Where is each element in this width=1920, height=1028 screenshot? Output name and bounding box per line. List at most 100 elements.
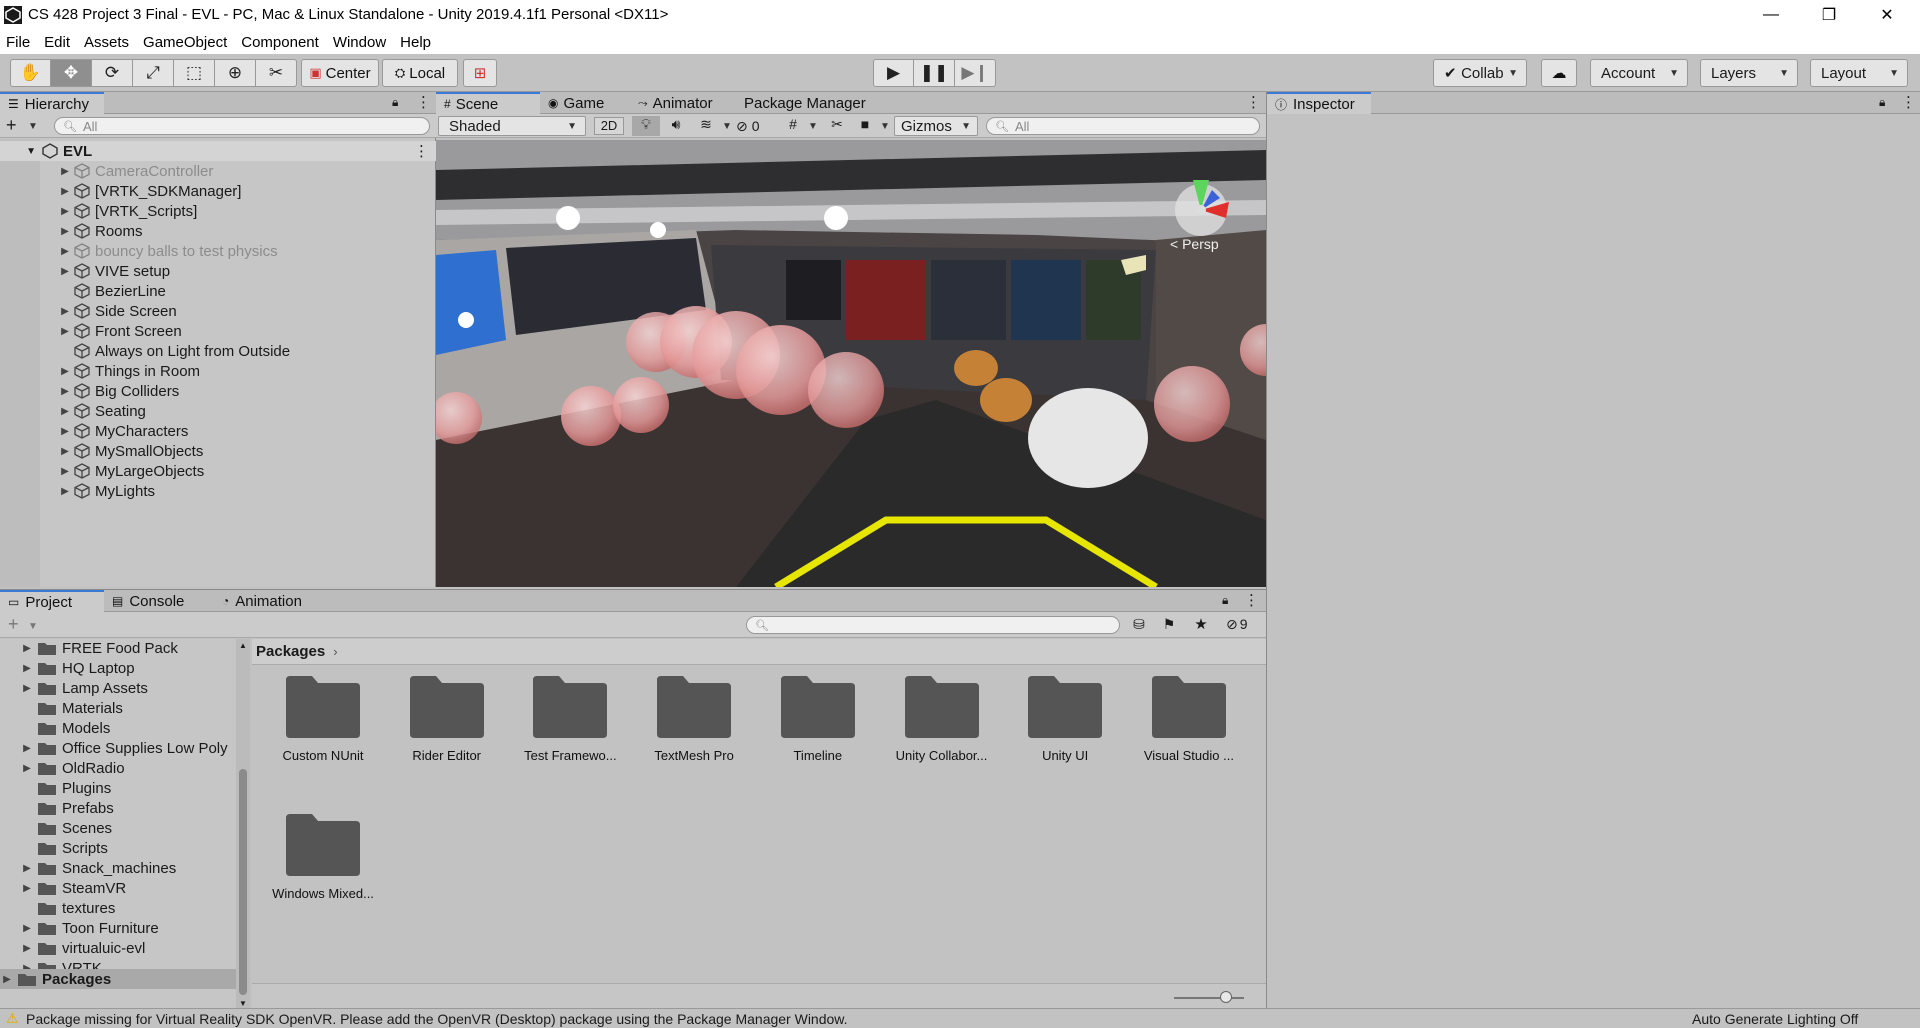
hierarchy-item[interactable]: ▶ MyLargeObjects bbox=[0, 461, 436, 481]
pivot-center-button[interactable]: ▣ Center bbox=[301, 59, 379, 87]
project-search-input[interactable]: 🔍︎ bbox=[746, 616, 1120, 634]
folder-tree-item[interactable]: Plugins bbox=[0, 778, 236, 798]
menu-help[interactable]: Help bbox=[400, 34, 431, 51]
scrollbar-thumb[interactable] bbox=[239, 769, 247, 995]
rotate-tool-icon[interactable]: ⟳ bbox=[92, 59, 133, 87]
chevron-right-icon[interactable]: ▶ bbox=[58, 446, 72, 457]
step-icon[interactable]: ▶❙ bbox=[955, 59, 996, 87]
folder-tree-scrollbar[interactable]: ▲ ▼ bbox=[236, 639, 250, 1011]
folder-tree-item[interactable]: ▶ Toon Furniture bbox=[0, 918, 236, 938]
hierarchy-search-input[interactable]: 🔍︎ All bbox=[54, 117, 430, 135]
lighting-toggle-icon[interactable]: 💡︎ bbox=[632, 116, 660, 136]
package-folder-asset[interactable]: Test Framewo... bbox=[515, 674, 625, 763]
mode-2d-toggle[interactable]: 2D bbox=[594, 117, 624, 135]
tab-console[interactable]: ▤ Console bbox=[104, 590, 214, 612]
scroll-up-icon[interactable]: ▲ bbox=[239, 641, 247, 650]
package-folder-asset[interactable]: Visual Studio ... bbox=[1134, 674, 1244, 763]
custom-tool-icon[interactable]: ✂ bbox=[256, 59, 297, 87]
folder-tree-item[interactable]: Scripts bbox=[0, 838, 236, 858]
folder-tree-item[interactable]: Materials bbox=[0, 698, 236, 718]
chevron-right-icon[interactable]: ▶ bbox=[20, 663, 34, 674]
chevron-right-icon[interactable]: ▶ bbox=[20, 923, 34, 934]
tab-game[interactable]: ◉ Game bbox=[540, 92, 630, 114]
menu-file[interactable]: File bbox=[6, 34, 30, 51]
cloud-icon[interactable]: ☁ bbox=[1541, 59, 1577, 87]
folder-tree-item[interactable]: ▶ virtualuic-evl bbox=[0, 938, 236, 958]
filter-type-icon[interactable]: ⛁ bbox=[1128, 616, 1150, 633]
zoom-slider-track[interactable] bbox=[1174, 997, 1244, 999]
hierarchy-item[interactable]: ▶ [VRTK_Scripts] bbox=[0, 201, 436, 221]
kebab-menu-icon[interactable]: ⋮ bbox=[1244, 591, 1259, 609]
chevron-right-icon[interactable]: ▶ bbox=[58, 166, 72, 177]
status-warning-text[interactable]: Package missing for Virtual Reality SDK … bbox=[26, 1011, 848, 1027]
chevron-right-icon[interactable]: ▶ bbox=[58, 226, 72, 237]
move-tool-icon[interactable]: ✥ bbox=[51, 59, 92, 87]
grid-snap-icon[interactable]: ⊞ bbox=[463, 59, 497, 87]
chevron-right-icon[interactable]: ▶ bbox=[20, 683, 34, 694]
chevron-right-icon[interactable]: ▶ bbox=[58, 406, 72, 417]
chevron-right-icon[interactable]: ▶ bbox=[20, 643, 34, 654]
folder-tree-item[interactable]: ▶ FREE Food Pack bbox=[0, 638, 236, 658]
kebab-menu-icon[interactable]: ⋮ bbox=[1246, 93, 1261, 111]
hierarchy-item[interactable]: ▶ Big Colliders bbox=[0, 381, 436, 401]
folder-tree-item[interactable]: Models bbox=[0, 718, 236, 738]
package-folder-asset[interactable]: Rider Editor bbox=[392, 674, 502, 763]
scene-viewport[interactable]: < Persp bbox=[436, 140, 1266, 587]
folder-tree-item[interactable]: ▶ Office Supplies Low Poly bbox=[0, 738, 236, 758]
package-folder-asset[interactable]: Timeline bbox=[763, 674, 873, 763]
scene-search-input[interactable]: 🔍︎ All bbox=[986, 117, 1260, 135]
effects-icon[interactable]: ≋ bbox=[692, 116, 720, 136]
chevron-right-icon[interactable]: ▶ bbox=[58, 266, 72, 277]
chevron-right-icon[interactable]: ▶ bbox=[20, 943, 34, 954]
chevron-right-icon[interactable]: ▶ bbox=[58, 246, 72, 257]
packages-root-row[interactable]: ▶ Packages bbox=[0, 969, 236, 989]
zoom-slider-thumb[interactable] bbox=[1220, 991, 1232, 1003]
pivot-local-button[interactable]: ⛭ Local bbox=[382, 59, 458, 87]
hierarchy-item[interactable]: Always on Light from Outside bbox=[0, 341, 436, 361]
close-button[interactable]: ✕ bbox=[1858, 0, 1916, 30]
hierarchy-item[interactable]: ▶ Front Screen bbox=[0, 321, 436, 341]
scroll-down-icon[interactable]: ▼ bbox=[239, 999, 247, 1008]
kebab-menu-icon[interactable]: ⋮ bbox=[414, 142, 429, 160]
kebab-menu-icon[interactable]: ⋮ bbox=[1901, 93, 1916, 111]
chevron-down-icon[interactable]: ▼ bbox=[722, 121, 732, 132]
package-folder-asset[interactable]: Unity UI bbox=[1010, 674, 1120, 763]
hand-tool-icon[interactable]: ✋ bbox=[10, 59, 51, 87]
package-folder-asset[interactable]: Windows Mixed... bbox=[268, 812, 378, 901]
hierarchy-item[interactable]: ▶ bouncy balls to test physics bbox=[0, 241, 436, 261]
chevron-down-icon[interactable]: ▼ bbox=[880, 121, 890, 132]
hierarchy-item[interactable]: ▶ MyLights bbox=[0, 481, 436, 501]
menu-gameobject[interactable]: GameObject bbox=[143, 34, 227, 51]
tools-icon[interactable]: ✂ bbox=[824, 116, 850, 136]
tab-package-manager[interactable]: Package Manager bbox=[736, 92, 876, 114]
chevron-right-icon[interactable]: ▶ bbox=[58, 206, 72, 217]
package-folder-asset[interactable]: Custom NUnit bbox=[268, 674, 378, 763]
tab-animation[interactable]: ◔ Animation bbox=[214, 590, 324, 612]
hierarchy-item[interactable]: ▶ Rooms bbox=[0, 221, 436, 241]
menu-component[interactable]: Component bbox=[241, 34, 319, 51]
folder-tree-item[interactable]: ▶ SteamVR bbox=[0, 878, 236, 898]
minimize-button[interactable]: — bbox=[1742, 0, 1800, 30]
tab-scene[interactable]: # Scene bbox=[436, 92, 540, 114]
tab-animator[interactable]: ⤳ Animator bbox=[630, 92, 736, 114]
play-icon[interactable]: ▶ bbox=[873, 59, 914, 87]
folder-tree-item[interactable]: ▶ OldRadio bbox=[0, 758, 236, 778]
scene-root-row[interactable]: ▼ EVL ⋮ bbox=[0, 141, 436, 161]
folder-tree-item[interactable]: ▶ Snack_machines bbox=[0, 858, 236, 878]
scene-visibility-toggle[interactable]: ⊘ 0 bbox=[736, 117, 776, 135]
scale-tool-icon[interactable]: ⤢ bbox=[133, 59, 174, 87]
audio-toggle-icon[interactable]: 🔊︎ bbox=[662, 116, 690, 136]
rect-tool-icon[interactable]: ⬚ bbox=[174, 59, 215, 87]
account-dropdown[interactable]: Account ▼ bbox=[1590, 59, 1688, 87]
transform-tool-icon[interactable]: ⊕ bbox=[215, 59, 256, 87]
folder-tree-item[interactable]: ▶ Lamp Assets bbox=[0, 678, 236, 698]
hierarchy-item[interactable]: ▶ MyCharacters bbox=[0, 421, 436, 441]
chevron-right-icon[interactable]: ▶ bbox=[58, 486, 72, 497]
add-icon[interactable]: + bbox=[8, 614, 19, 635]
chevron-right-icon[interactable]: ▶ bbox=[58, 366, 72, 377]
shading-dropdown[interactable]: Shaded ▼ bbox=[438, 116, 586, 136]
chevron-right-icon[interactable]: ▶ bbox=[58, 426, 72, 437]
chevron-right-icon[interactable]: ▶ bbox=[58, 466, 72, 477]
lock-icon[interactable]: 🔒︎ bbox=[1222, 593, 1228, 608]
chevron-down-icon[interactable]: ▼ bbox=[808, 121, 818, 132]
